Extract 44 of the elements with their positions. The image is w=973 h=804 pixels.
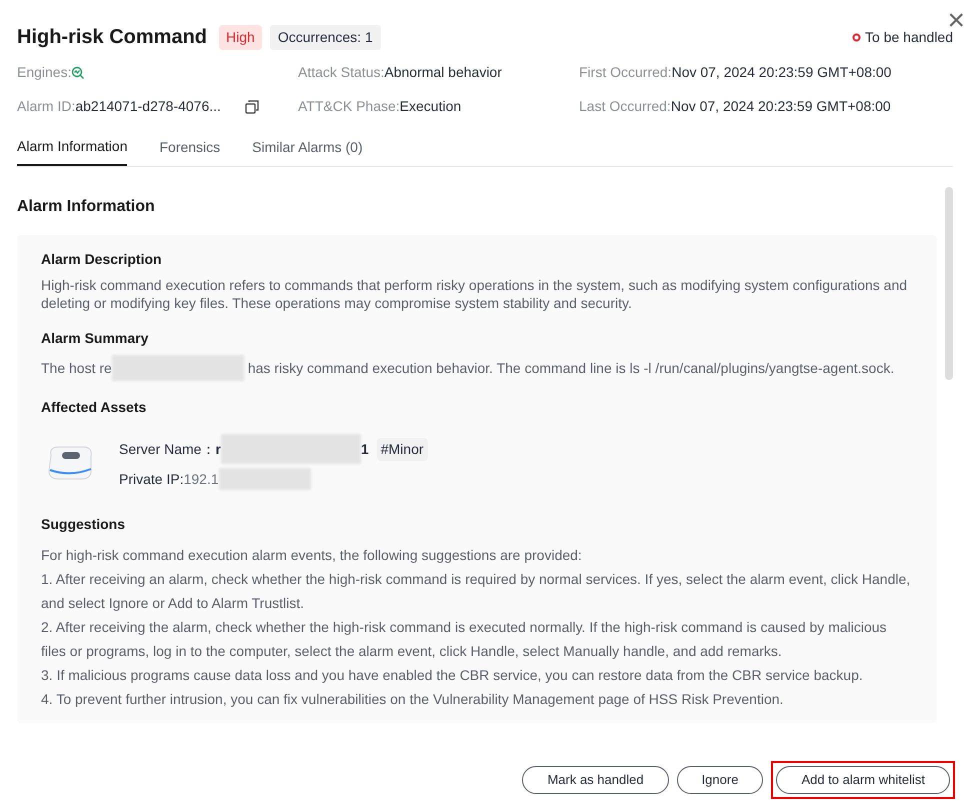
tab[interactable]: Forensics (159, 136, 220, 166)
action-button[interactable]: Ignore (676, 766, 764, 794)
tab[interactable]: Alarm Information (17, 136, 128, 166)
subsection-heading: Affected Assets (41, 398, 148, 418)
suggestion-text: 1. After receiving an alarm, check whether the high-risk command is required by normal services. If yes, select the alarm event, click Handle, and select Ignore or Add to Alarm Trustlist. (41, 570, 912, 614)
description-text: High-risk command execution refers to commands that perform risky operations in the system, such as modifying system configurations and deleting or modifying key files. These operations may compromise system stability and security. (41, 276, 908, 312)
suggestion-text: 3. If malicious programs cause data loss and you have enabled the CBR service, you can restore data from the CBR service backup. (41, 666, 864, 686)
server-name-value: r (215, 440, 221, 459)
occurrence-count: Occurrences: 1 (270, 24, 381, 50)
dialog-title: High-risk Command (17, 25, 208, 50)
meta-value: Abnormal behavior (384, 63, 502, 82)
suggestion-text: 2. After receiving the alarm, check whether the high-risk command is executed normally. If the high-risk command is caused by malicious files or programs, log in to the computer, select the alarm event, click Handle, select Manually handle, and add remarks. (41, 618, 888, 662)
scrollbar-thumb[interactable] (945, 187, 953, 380)
server-name-label: Server Name： (119, 440, 216, 459)
action-button[interactable]: Add to alarm whitelist (776, 766, 950, 794)
subsection-heading: Suggestions (41, 515, 126, 534)
server-name-value: 1 (360, 440, 369, 459)
subsection-heading: Alarm Description (41, 250, 163, 269)
action-button[interactable]: Mark as handled (522, 766, 669, 794)
suggestion-text: For high-risk command execution alarm events, the following suggestions are provided: (41, 546, 583, 566)
severity-badge: High (219, 24, 262, 50)
meta-value: Execution (400, 97, 462, 116)
meta-label: Alarm ID: (17, 97, 76, 116)
copy-icon[interactable] (244, 100, 259, 114)
section-heading: Alarm Information (17, 197, 156, 217)
status-dot-icon (852, 32, 862, 42)
summary-text: has risky command execution behavior. The command line is ls -l /run/canal/plugins/yangtse-agent.sock. (248, 359, 894, 378)
status-text: To be handled (865, 28, 953, 46)
engine-icon (71, 66, 86, 80)
meta-label: Attack Status: (298, 63, 384, 82)
meta-label: ATT&CK Phase: (298, 97, 400, 116)
meta-label: Engines: (17, 63, 72, 82)
suggestion-text: 4. To prevent further intrusion, you can fix vulnerabilities on the Vulnerability Management page of HSS Risk Prevention. (41, 690, 784, 710)
tab[interactable]: Similar Alarms (0) (252, 136, 363, 166)
meta-value: Nov 07, 2024 20:23:59 GMT+08:00 (670, 97, 891, 116)
summary-text: The host re (41, 359, 112, 378)
meta-value: ab214071-d278-4076... (75, 97, 221, 116)
meta-value: Nov 07, 2024 20:23:59 GMT+08:00 (672, 63, 892, 82)
subsection-heading: Alarm Summary (41, 329, 150, 348)
meta-label: Last Occurred: (579, 97, 671, 116)
private-ip-value: 192.1 (184, 470, 219, 489)
tag: #Minor (376, 438, 428, 461)
private-ip-label: Private IP: (119, 470, 184, 489)
meta-label: First Occurred: (579, 63, 672, 82)
